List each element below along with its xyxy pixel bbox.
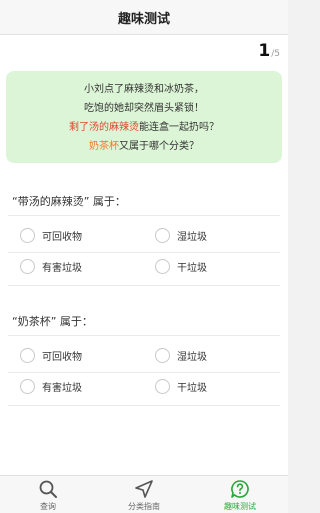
option-label: 湿垃圾 (177, 352, 207, 363)
divider (8, 285, 280, 286)
divider (8, 405, 280, 406)
option-label: 有害垃圾 (42, 383, 82, 394)
story-line-2: 吃饱的她却突然眉头紧锁！ (84, 103, 204, 114)
option-label: 可回收物 (42, 232, 82, 243)
option-label: 可回收物 (42, 352, 82, 363)
option-label: 湿垃圾 (177, 232, 207, 243)
q1-option-hazardous[interactable]: 有害垃圾 (20, 259, 82, 274)
radio-button[interactable] (20, 348, 35, 363)
question-bubble-icon (231, 480, 249, 498)
radio-button[interactable] (155, 228, 170, 243)
q1-option-wet-waste[interactable]: 湿垃圾 (155, 228, 207, 243)
divider (8, 215, 280, 216)
q2-option-hazardous[interactable]: 有害垃圾 (20, 379, 82, 394)
option-label: 有害垃圾 (42, 263, 82, 274)
q2-option-recyclable[interactable]: 可回收物 (20, 348, 82, 363)
app-header: 趣味测试 (0, 0, 288, 35)
radio-button[interactable] (20, 228, 35, 243)
radio-button[interactable] (20, 259, 35, 274)
divider (8, 372, 280, 373)
story-line-3: 剩了汤的麻辣烫能连盒一起扔吗？ (12, 118, 276, 137)
progress-total: /5 (271, 49, 280, 59)
progress-current: 1 (258, 41, 271, 61)
tab-guide[interactable]: 分类指南 (96, 476, 192, 513)
question-progress: 1/5 (258, 41, 280, 61)
radio-button[interactable] (155, 259, 170, 274)
tab-label: 查询 (40, 502, 56, 511)
q2-option-dry-waste[interactable]: 干垃圾 (155, 379, 207, 394)
story-line-4: 奶茶杯又属于哪个分类？ (12, 137, 276, 156)
divider (8, 252, 280, 253)
radio-button[interactable] (20, 379, 35, 394)
divider (8, 335, 280, 336)
story-line-3-rest: 能连盒一起扔吗？ (139, 122, 219, 133)
radio-button[interactable] (155, 348, 170, 363)
tab-label: 分类指南 (128, 502, 160, 511)
question-2-title: “奶茶杯” 属于： (12, 315, 93, 328)
story-line-4-rest: 又属于哪个分类？ (119, 141, 199, 152)
option-label: 干垃圾 (177, 263, 207, 274)
q1-option-dry-waste[interactable]: 干垃圾 (155, 259, 207, 274)
question-1-title: “带汤的麻辣烫” 属于： (12, 195, 126, 208)
q1-option-recyclable[interactable]: 可回收物 (20, 228, 82, 243)
tab-quiz[interactable]: 趣味测试 (192, 476, 288, 513)
quiz-content: 1/5 小刘点了麻辣烫和冰奶茶， 吃饱的她却突然眉头紧锁！ 剩了汤的麻辣烫能连盒… (0, 35, 288, 475)
page-title: 趣味测试 (117, 11, 170, 27)
option-label: 干垃圾 (177, 383, 207, 394)
radio-button[interactable] (155, 379, 170, 394)
bottom-tab-bar: 查询 分类指南 趣味测试 (0, 475, 288, 513)
highlight-milk-tea-cup: 奶茶杯 (89, 141, 119, 152)
story-card: 小刘点了麻辣烫和冰奶茶， 吃饱的她却突然眉头紧锁！ 剩了汤的麻辣烫能连盒一起扔吗… (6, 71, 282, 163)
story-line-1: 小刘点了麻辣烫和冰奶茶， (84, 84, 204, 95)
q2-option-wet-waste[interactable]: 湿垃圾 (155, 348, 207, 363)
highlight-soup-malatang: 剩了汤的麻辣烫 (69, 122, 139, 133)
tab-search[interactable]: 查询 (0, 476, 96, 513)
search-icon (39, 480, 57, 498)
tab-label: 趣味测试 (224, 502, 256, 511)
navigation-arrow-icon (135, 480, 153, 498)
